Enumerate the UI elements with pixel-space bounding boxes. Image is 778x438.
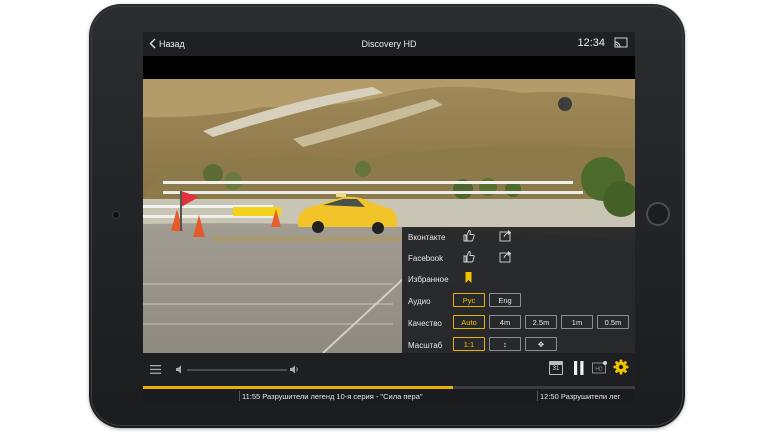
quality-option-2-5m[interactable]: 2.5m [525,315,557,329]
volume-slider[interactable] [187,369,287,371]
quality-label: Качество [408,319,442,328]
facebook-label: Facebook [408,254,444,263]
audio-option-ru[interactable]: Рус [453,293,485,307]
quality-option-0-5m[interactable]: 0.5m [597,315,629,329]
facebook-share-icon[interactable] [499,250,512,263]
facebook-like-icon[interactable] [462,250,475,263]
quality-option-4m[interactable]: 4m [489,315,521,329]
scale-option-1-1[interactable]: 1:1 [453,337,485,351]
move-arrows-icon: ✥ [537,340,545,349]
favorites-label: Избранное [408,275,449,284]
calendar-icon[interactable]: 31 [549,361,563,375]
epg-separator [537,391,538,401]
list-icon[interactable] [150,365,161,374]
player-screen: Назад Discovery HD 12:34 Вконтакте Faceb… [143,32,635,403]
quality-option-auto[interactable]: Auto [453,315,485,329]
epg-strip[interactable]: 11:55 Разрушители легенд 10-я серия - "С… [143,389,635,403]
epg-next-program[interactable]: 12:50 Разрушители лег [540,392,620,401]
clock: 12:34 [577,37,605,49]
audio-option-en[interactable]: Eng [489,293,521,307]
pause-icon[interactable] [574,361,584,375]
bookmark-icon[interactable] [462,271,475,284]
share-icon[interactable] [499,229,512,242]
channel-title: Discovery HD [361,39,417,49]
letterbox-top [143,56,635,79]
hd-icon[interactable]: HD [592,361,607,375]
scale-option-vertical[interactable]: ↕ [489,337,521,351]
thumbs-up-icon[interactable] [462,229,475,242]
audio-label: Аудио [408,297,431,306]
scale-option-fill[interactable]: ✥ [525,337,557,351]
gear-icon[interactable] [613,359,629,375]
epg-separator [239,391,240,401]
vk-label: Вконтакте [408,233,446,242]
calendar-day: 31 [552,366,560,372]
player-settings-menu: Вконтакте Facebook Избранное Аудио Рус E… [402,227,635,354]
svg-text:HD: HD [595,367,603,373]
volume-high-icon[interactable] [290,364,300,375]
epg-current-program[interactable]: 11:55 Разрушители легенд 10-я серия - "С… [242,392,423,401]
home-button[interactable] [646,202,670,226]
scale-label: Масштаб [408,341,443,350]
quality-option-1m[interactable]: 1m [561,315,593,329]
front-camera [112,211,120,219]
top-bar: Назад Discovery HD 12:34 [143,32,635,56]
cast-icon[interactable] [614,37,628,49]
vertical-arrows-icon: ↕ [503,340,507,349]
volume-low-icon[interactable] [176,365,183,374]
control-bar: 31 HD [143,353,635,386]
